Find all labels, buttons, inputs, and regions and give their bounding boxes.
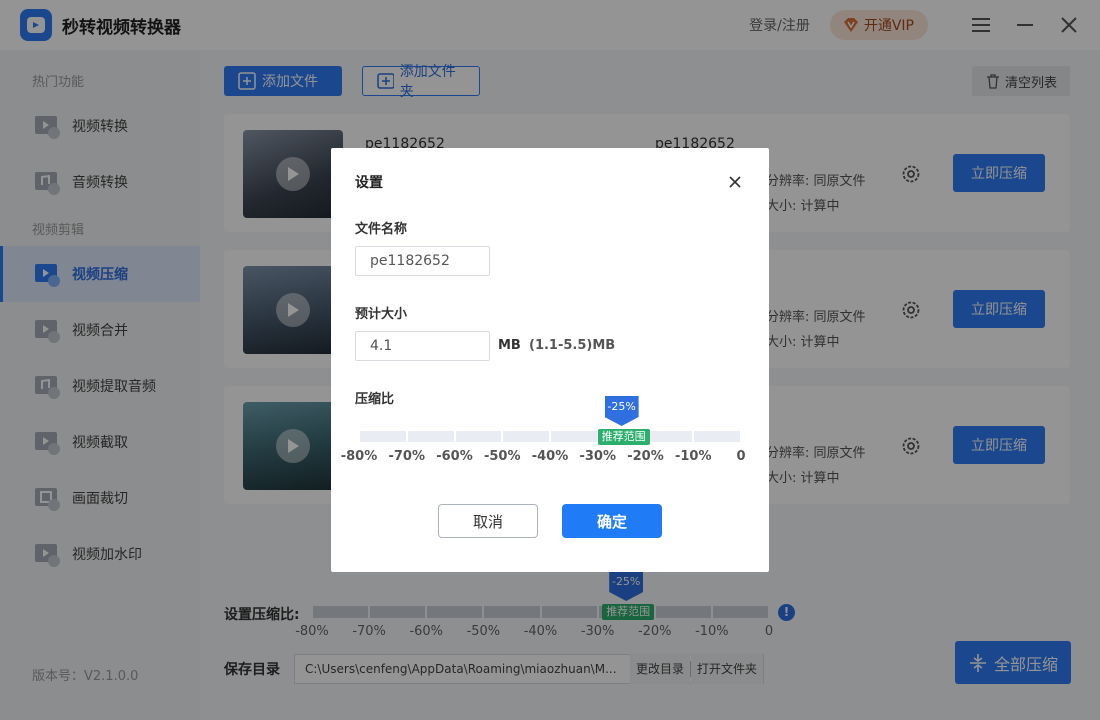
settings-dialog: 设置 文件名称 pe1182652 预计大小 4.1 MB (1.1-5.5)M… bbox=[331, 148, 769, 572]
recommended-range-badge: 推荐范围 bbox=[597, 429, 650, 445]
close-icon[interactable] bbox=[727, 174, 743, 190]
slider-segment[interactable] bbox=[407, 431, 454, 442]
confirm-button[interactable]: 确定 bbox=[562, 504, 662, 538]
slider-tick-label: 0 bbox=[736, 449, 746, 464]
slider-segment[interactable] bbox=[360, 431, 406, 442]
slider-tick-label: -60% bbox=[436, 449, 473, 464]
size-range: (1.1-5.5)MB bbox=[529, 338, 616, 353]
dialog-title: 设置 bbox=[355, 175, 383, 191]
filename-input[interactable]: pe1182652 bbox=[355, 246, 490, 276]
estimated-size-label: 预计大小 bbox=[355, 307, 408, 322]
slider-tick-label: -40% bbox=[531, 449, 569, 464]
slider-tick-label: -80% bbox=[340, 449, 378, 464]
cancel-button[interactable]: 取消 bbox=[438, 504, 538, 538]
size-unit: MB bbox=[498, 338, 521, 353]
size-input[interactable]: 4.1 bbox=[355, 331, 490, 361]
slider-tick-label: -10% bbox=[674, 449, 712, 464]
slider-segment[interactable] bbox=[646, 431, 693, 442]
slider-segment[interactable] bbox=[455, 431, 502, 442]
slider-segment[interactable] bbox=[694, 431, 740, 442]
slider-tick-label: -30% bbox=[579, 449, 617, 464]
slider-tick-label: -70% bbox=[388, 449, 426, 464]
compress-ratio-label: 压缩比 bbox=[355, 392, 395, 407]
slider-segment[interactable] bbox=[551, 431, 597, 442]
slider-tick-label: -50% bbox=[483, 449, 521, 464]
filename-label: 文件名称 bbox=[355, 222, 408, 237]
slider-handle[interactable]: -25% bbox=[604, 396, 639, 426]
slider-tick-label: -20% bbox=[627, 449, 664, 464]
slider-segment[interactable] bbox=[503, 431, 549, 442]
